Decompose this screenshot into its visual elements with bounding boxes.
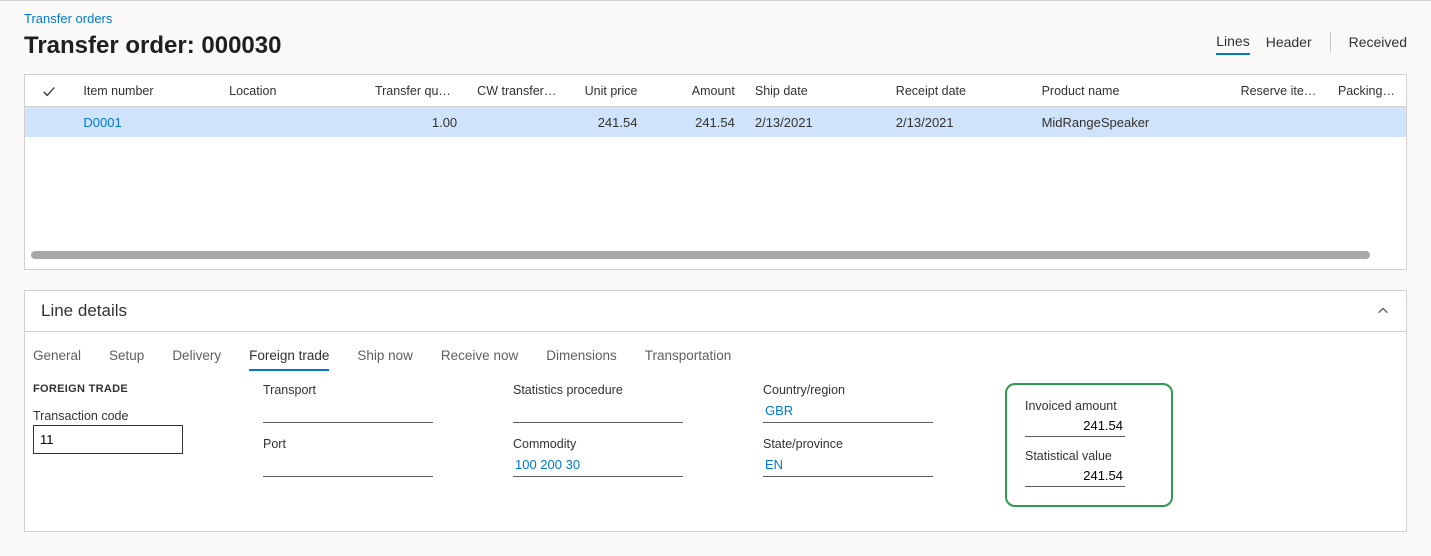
cell-location[interactable]: [219, 114, 365, 130]
tab-general[interactable]: General: [33, 348, 81, 371]
line-details-title: Line details: [41, 301, 127, 321]
col-location[interactable]: Location: [219, 76, 365, 106]
col-packing-qty[interactable]: Packing qu: [1328, 76, 1406, 106]
col-reserve-items[interactable]: Reserve items a...: [1231, 76, 1328, 106]
label-invoiced-amount: Invoiced amount: [1025, 399, 1153, 413]
section-caption-foreign-trade: FOREIGN TRADE: [33, 383, 213, 395]
cell-cw-qty[interactable]: [467, 114, 569, 130]
col-receipt-date[interactable]: Receipt date: [886, 76, 1032, 106]
label-transport: Transport: [263, 383, 463, 397]
col-ship-date[interactable]: Ship date: [745, 76, 886, 106]
input-state-province[interactable]: [763, 453, 933, 477]
label-statistical-value: Statistical value: [1025, 449, 1153, 463]
lines-grid: Item number Location Transfer quantity C…: [24, 74, 1407, 270]
col-product-name[interactable]: Product name: [1032, 76, 1231, 106]
cell-unit-price[interactable]: 241.54: [569, 107, 647, 138]
separator: [1330, 32, 1331, 52]
cell-receipt-date[interactable]: 2/13/2021: [886, 107, 1032, 138]
value-invoiced-amount[interactable]: [1025, 415, 1125, 437]
cell-ship-date[interactable]: 2/13/2021: [745, 107, 886, 138]
tab-setup[interactable]: Setup: [109, 348, 144, 371]
cell-transfer-quantity[interactable]: 1.00: [365, 107, 467, 138]
input-transaction-code[interactable]: [33, 425, 183, 454]
header-tabs: Lines Header Received: [1216, 32, 1407, 56]
grid-empty-space: [25, 137, 1406, 247]
select-all[interactable]: [25, 84, 73, 98]
input-transport[interactable]: [263, 399, 433, 423]
col-item-number[interactable]: Item number: [73, 76, 219, 106]
table-row[interactable]: D0001 1.00 241.54 241.54 2/13/2021 2/13/…: [25, 107, 1406, 137]
grid-header: Item number Location Transfer quantity C…: [25, 75, 1406, 107]
tab-lines[interactable]: Lines: [1216, 33, 1249, 55]
tab-receive-now[interactable]: Receive now: [441, 348, 518, 371]
input-country-region[interactable]: [763, 399, 933, 423]
value-statistical-value[interactable]: [1025, 465, 1125, 487]
highlight-amount-box: Invoiced amount Statistical value: [1005, 383, 1173, 507]
horizontal-scrollbar[interactable]: [31, 247, 1400, 263]
col-amount[interactable]: Amount: [647, 76, 744, 106]
cell-product-name[interactable]: MidRangeSpeaker: [1032, 107, 1231, 138]
col-unit-price[interactable]: Unit price: [569, 76, 647, 106]
cell-amount[interactable]: 241.54: [647, 107, 744, 138]
tab-delivery[interactable]: Delivery: [172, 348, 221, 371]
tab-foreign-trade[interactable]: Foreign trade: [249, 348, 329, 371]
tab-header[interactable]: Header: [1266, 34, 1312, 54]
tab-transportation[interactable]: Transportation: [645, 348, 732, 371]
check-icon: [42, 84, 56, 98]
tab-dimensions[interactable]: Dimensions: [546, 348, 617, 371]
input-port[interactable]: [263, 453, 433, 477]
label-statistics-procedure: Statistics procedure: [513, 383, 713, 397]
label-commodity: Commodity: [513, 437, 713, 451]
cell-packing[interactable]: [1328, 114, 1406, 130]
scrollbar-thumb[interactable]: [31, 251, 1370, 259]
breadcrumb-link[interactable]: Transfer orders: [24, 9, 1407, 28]
line-details-panel: Line details General Setup Delivery Fore…: [24, 290, 1407, 532]
label-country-region: Country/region: [763, 383, 963, 397]
chevron-up-icon[interactable]: [1376, 304, 1390, 318]
input-statistics-procedure[interactable]: [513, 399, 683, 423]
line-detail-tabs: General Setup Delivery Foreign trade Shi…: [25, 332, 1406, 379]
page-title: Transfer order: 000030: [24, 32, 281, 60]
tab-received[interactable]: Received: [1349, 34, 1407, 54]
label-port: Port: [263, 437, 463, 451]
label-state-province: State/province: [763, 437, 963, 451]
col-cw-transfer-qty[interactable]: CW transfer qty: [467, 76, 569, 106]
col-transfer-quantity[interactable]: Transfer quantity: [365, 76, 467, 106]
tab-ship-now[interactable]: Ship now: [357, 348, 413, 371]
input-commodity[interactable]: [513, 453, 683, 477]
cell-item-number[interactable]: D0001: [73, 107, 219, 138]
cell-reserve[interactable]: [1231, 114, 1328, 130]
label-transaction-code: Transaction code: [33, 409, 213, 423]
